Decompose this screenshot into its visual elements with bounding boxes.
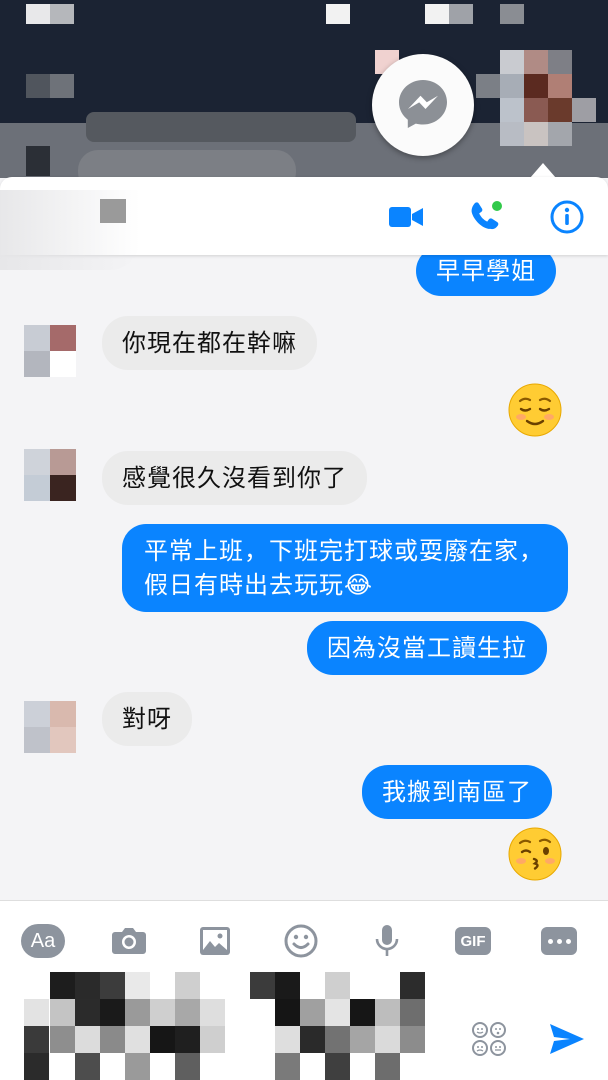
voice-message-button[interactable] <box>365 919 409 963</box>
text-format-button[interactable]: Aa <box>21 919 65 963</box>
message-bubble-outgoing[interactable]: 平常上班，下班完打球或耍廢在家，假日有時出去玩玩😂 <box>122 524 568 612</box>
aa-label: Aa <box>21 924 65 958</box>
message-bubble-incoming[interactable]: 對呀 <box>102 692 192 746</box>
message-list[interactable]: 早早學姐 你現在都在幹嘛 感覺很久沒看到你了 平常上班，下班完打球或耍廢在家，假… <box>0 246 608 900</box>
relieved-face-emoji[interactable] <box>508 383 562 437</box>
sticker-icon <box>472 1022 506 1056</box>
video-call-button[interactable] <box>388 199 424 235</box>
send-button[interactable] <box>545 1017 589 1061</box>
emoji-button[interactable] <box>279 919 323 963</box>
message-bubble-incoming[interactable]: 感覺很久沒看到你了 <box>102 451 367 505</box>
camera-button[interactable] <box>107 919 151 963</box>
camera-icon <box>112 928 146 954</box>
phone-call-icon <box>471 201 502 230</box>
contact-avatar[interactable] <box>24 325 76 377</box>
send-icon <box>550 1024 584 1054</box>
info-icon <box>550 200 584 234</box>
sticker-button[interactable] <box>467 1017 511 1061</box>
messenger-chat-head[interactable] <box>372 54 474 156</box>
more-icon <box>541 927 577 955</box>
message-bubble-outgoing[interactable]: 因為沒當工讀生拉 <box>307 621 547 675</box>
video-camera-icon <box>389 207 423 227</box>
gif-button[interactable]: GIF <box>451 919 495 963</box>
message-bubble-outgoing[interactable]: 我搬到南區了 <box>362 765 552 819</box>
voice-call-button[interactable] <box>468 199 504 235</box>
contact-name-blurred <box>100 199 126 223</box>
gif-label: GIF <box>455 927 491 955</box>
conversation-info-button[interactable] <box>549 199 585 235</box>
background-search-bar <box>86 112 356 142</box>
message-bubble-incoming[interactable]: 你現在都在幹嘛 <box>102 316 317 370</box>
microphone-icon <box>375 925 399 956</box>
contact-avatar[interactable] <box>24 701 76 753</box>
chat-head-pointer <box>530 163 556 178</box>
messenger-icon <box>399 80 447 128</box>
more-options-button[interactable] <box>537 919 581 963</box>
kissing-face-emoji[interactable] <box>508 827 562 881</box>
gallery-button[interactable] <box>193 919 237 963</box>
emoji-icon <box>284 924 318 958</box>
image-icon <box>200 927 230 955</box>
contact-avatar[interactable] <box>24 449 76 501</box>
message-input-field[interactable] <box>24 972 434 1080</box>
